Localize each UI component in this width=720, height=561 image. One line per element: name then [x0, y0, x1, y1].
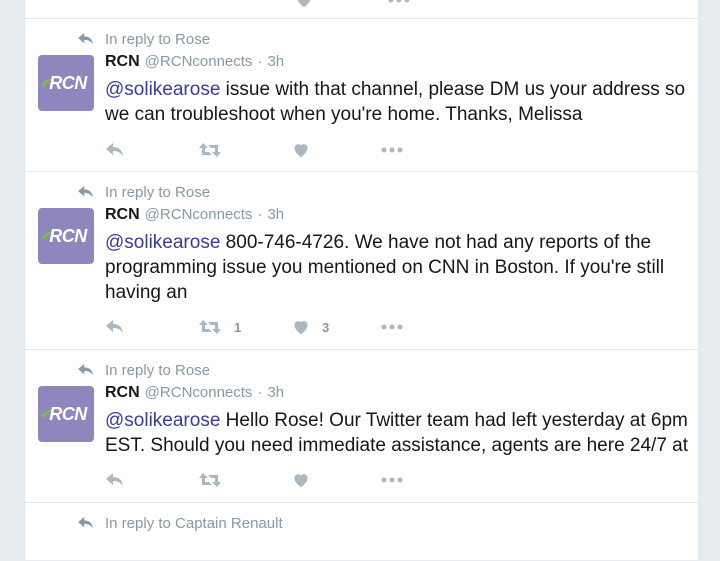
tweet-text: @solikearose issue with that channel, pl… [105, 77, 695, 127]
header-separator: · [257, 53, 263, 70]
retweet-count: 1 [234, 319, 242, 335]
author-name[interactable]: RCN [105, 384, 140, 402]
previous-tweet-actions [25, 0, 698, 19]
more-icon [381, 477, 403, 483]
like-count: 3 [322, 319, 330, 335]
tweet-actions: 1 3 [105, 317, 665, 337]
tweet[interactable]: In reply to Rose RCN RCN @RCNconnects · … [25, 349, 698, 502]
avatar[interactable]: RCN [38, 208, 94, 264]
heart-icon [294, 474, 308, 488]
timestamp[interactable]: 3h [267, 206, 284, 223]
retweet-icon [199, 473, 221, 487]
tweet-text: @solikearose Hello Rose! Our Twitter tea… [105, 408, 695, 458]
tweet-actions [105, 140, 665, 160]
tweet-text: @solikearose 800-746-4726. We have not h… [105, 230, 695, 305]
retweet-button[interactable] [198, 140, 234, 160]
heart-icon [294, 144, 308, 158]
reply-icon [106, 473, 123, 486]
avatar[interactable]: RCN [38, 386, 94, 442]
like-button[interactable] [292, 470, 322, 490]
more-button[interactable] [381, 470, 403, 490]
reply-context[interactable]: In reply to Rose [77, 182, 210, 202]
author-name[interactable]: RCN [105, 53, 140, 71]
mention-link[interactable]: @solikearose [105, 410, 220, 431]
like-button[interactable]: 3 [292, 317, 329, 337]
author-handle[interactable]: @RCNconnects [145, 384, 253, 401]
more-icon [388, 0, 410, 3]
previous-more-button[interactable] [388, 0, 410, 10]
author-handle[interactable]: @RCNconnects [145, 206, 253, 223]
reply-button[interactable] [105, 470, 125, 490]
retweet-icon [199, 320, 221, 334]
timestamp[interactable]: 3h [267, 53, 284, 70]
author-handle[interactable]: @RCNconnects [145, 53, 253, 70]
heart-icon [297, 0, 311, 8]
previous-like-button[interactable] [295, 0, 313, 10]
reply-button[interactable] [105, 317, 125, 337]
like-button[interactable] [292, 140, 322, 160]
avatar[interactable]: RCN [38, 55, 94, 111]
heart-icon [294, 321, 308, 335]
avatar-logo: RCN [49, 403, 87, 424]
reply-context-label: In reply to Rose [105, 30, 211, 48]
reply-icon [106, 320, 123, 333]
reply-button[interactable] [105, 140, 125, 160]
reply-icon [106, 143, 123, 156]
header-separator: · [257, 384, 263, 401]
avatar-logo: RCN [49, 225, 87, 246]
reply-context[interactable]: In reply to Rose [77, 29, 210, 49]
reply-context[interactable]: In reply to Captain Renault [77, 513, 283, 533]
tweet-header: RCN @RCNconnects · 3h [105, 53, 284, 75]
reply-context-label: In reply to Rose [105, 361, 211, 379]
tweet-header: RCN @RCNconnects · 3h [105, 384, 284, 406]
tweet[interactable]: In reply to Rose RCN RCN @RCNconnects · … [25, 171, 698, 349]
reply-arrow-icon [78, 363, 93, 376]
tweet-actions [105, 470, 665, 490]
reply-arrow-icon [78, 516, 93, 529]
reply-context-label: In reply to Captain Renault [105, 514, 283, 532]
reply-context-label: In reply to Rose [105, 183, 211, 201]
more-icon [381, 324, 403, 330]
more-button[interactable] [381, 317, 403, 337]
retweet-button[interactable] [198, 470, 234, 490]
reply-arrow-icon [78, 32, 93, 45]
reply-context[interactable]: In reply to Rose [77, 360, 210, 380]
tweet-header: RCN @RCNconnects · 3h [105, 206, 284, 228]
reply-arrow-icon [78, 185, 93, 198]
retweet-icon [199, 143, 221, 157]
tweet[interactable]: In reply to Rose RCN RCN @RCNconnects · … [25, 18, 698, 171]
mention-link[interactable]: @solikearose [105, 79, 220, 100]
more-icon [381, 147, 403, 153]
more-button[interactable] [381, 140, 403, 160]
header-separator: · [257, 206, 263, 223]
avatar-logo: RCN [49, 72, 87, 93]
retweet-button[interactable]: 1 [198, 317, 241, 337]
mention-link[interactable]: @solikearose [105, 232, 220, 253]
timestamp[interactable]: 3h [267, 384, 284, 401]
author-name[interactable]: RCN [105, 206, 140, 224]
tweet[interactable]: In reply to Captain Renault [25, 502, 698, 561]
timeline-column: In reply to Rose RCN RCN @RCNconnects · … [24, 0, 699, 560]
